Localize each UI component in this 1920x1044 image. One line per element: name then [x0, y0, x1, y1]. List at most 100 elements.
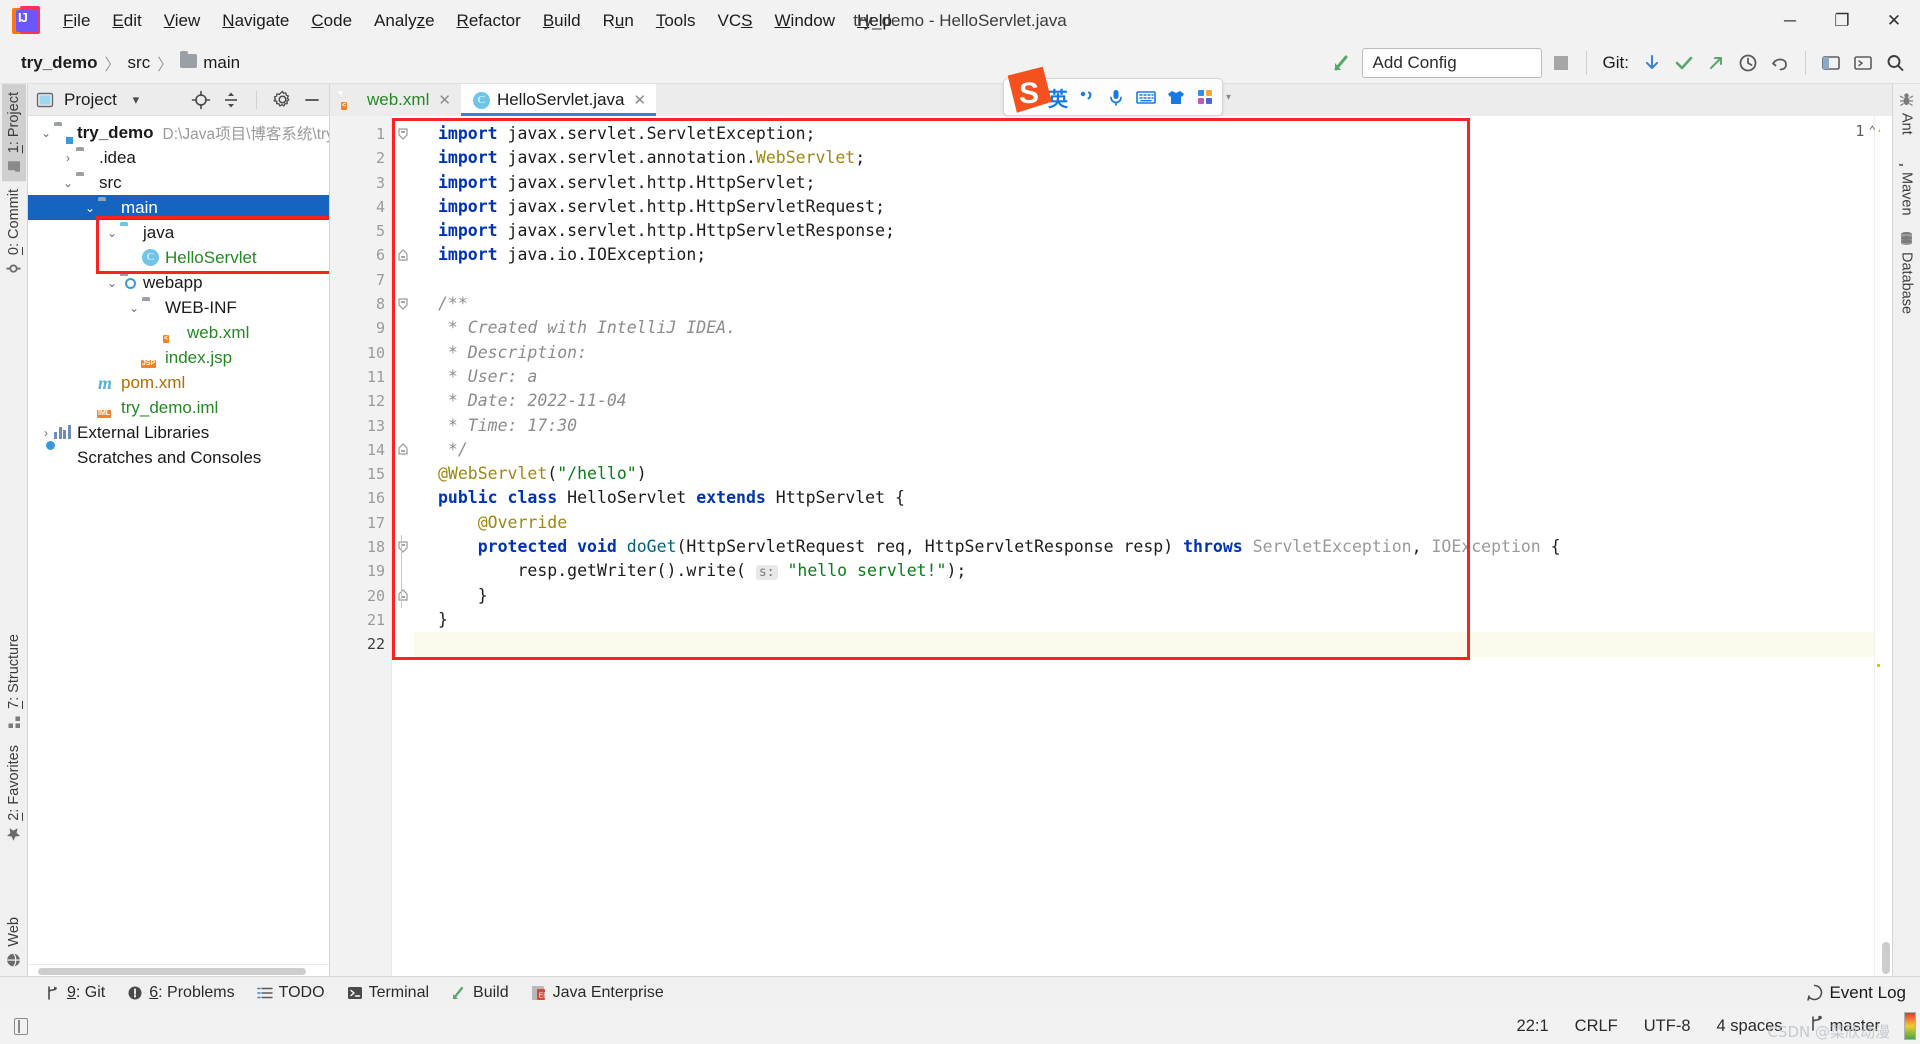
collapse-arrow-icon[interactable]: ⌄	[126, 301, 142, 315]
line-separator[interactable]: CRLF	[1575, 1017, 1618, 1036]
menu-item-file[interactable]: File	[52, 6, 101, 36]
menu-item-vcs[interactable]: VCS	[707, 6, 764, 36]
menu-item-window[interactable]: Window	[764, 6, 846, 36]
code-line[interactable]: * Date: 2022-11-04	[414, 389, 1874, 413]
tool-window-tab-web[interactable]: Web	[2, 909, 26, 976]
code-line[interactable]: protected void doGet(HttpServletRequest …	[414, 535, 1874, 559]
collapse-arrow-icon[interactable]: ⌄	[82, 201, 98, 215]
code-folding-gutter[interactable]	[392, 116, 414, 976]
build-hammer-icon[interactable]	[1330, 50, 1356, 76]
tree-node--idea[interactable]: › .idea	[28, 145, 329, 170]
bottom-tab-9-git[interactable]: 9: Git	[36, 981, 114, 1005]
fold-marker-start[interactable]	[396, 540, 409, 553]
rollback-icon[interactable]	[1767, 50, 1793, 76]
menu-item-navigate[interactable]: Navigate	[211, 6, 300, 36]
tree-node-pom-xml[interactable]: m pom.xml	[28, 370, 329, 395]
tool-window-tab-1-project[interactable]: 1: Project	[1, 84, 26, 182]
close-button[interactable]: ✕	[1868, 0, 1920, 42]
code-line[interactable]: import javax.servlet.ServletException;	[414, 122, 1874, 146]
caret-position[interactable]: 22:1	[1517, 1017, 1549, 1036]
menu-item-refactor[interactable]: Refactor	[446, 6, 532, 36]
bottom-tab-terminal[interactable]: Terminal	[338, 981, 438, 1005]
menu-item-run[interactable]: Run	[592, 6, 645, 36]
event-log-button[interactable]: Event Log	[1806, 983, 1920, 1003]
ime-punctuation-icon[interactable]	[1077, 87, 1097, 107]
tree-node-web-inf[interactable]: ⌄ WEB-INF	[28, 295, 329, 320]
tree-node-main[interactable]: ⌄ main	[28, 195, 329, 220]
tree-node-webapp[interactable]: ⌄ webapp	[28, 270, 329, 295]
tool-window-tab-7-structure[interactable]: 7: Structure	[2, 626, 26, 737]
bottom-tab-build[interactable]: Build	[442, 981, 518, 1005]
tool-window-tab-2-favorites[interactable]: 2: Favorites	[2, 737, 26, 850]
history-icon[interactable]	[1735, 50, 1761, 76]
editor-tab-web-xml[interactable]: < web.xml ✕	[330, 84, 461, 116]
fold-marker-start[interactable]	[396, 127, 409, 140]
code-line[interactable]: * Time: 17:30	[414, 414, 1874, 438]
code-line[interactable]: /**	[414, 292, 1874, 316]
git-commit-icon[interactable]	[1671, 50, 1697, 76]
tree-node-external-libraries[interactable]: › External Libraries	[28, 420, 329, 445]
maximize-button[interactable]: ❐	[1816, 0, 1868, 42]
code-line[interactable]: public class HelloServlet extends HttpSe…	[414, 486, 1874, 510]
bottom-tab-6-problems[interactable]: 6: Problems	[118, 981, 243, 1005]
code-line[interactable]: @WebServlet("/hello")	[414, 462, 1874, 486]
hide-icon[interactable]	[301, 89, 323, 111]
menu-item-build[interactable]: Build	[532, 6, 592, 36]
menu-item-code[interactable]: Code	[300, 6, 363, 36]
ime-microphone-icon[interactable]	[1106, 87, 1126, 107]
code-line[interactable]: * Created with IntelliJ IDEA.	[414, 316, 1874, 340]
breadcrumb-main[interactable]: main	[175, 50, 245, 75]
locate-icon[interactable]	[190, 89, 212, 111]
collapse-arrow-icon[interactable]: ⌄	[104, 226, 120, 240]
menu-item-edit[interactable]: Edit	[101, 6, 152, 36]
ime-skin-icon[interactable]	[1166, 87, 1186, 107]
project-horizontal-scrollbar[interactable]	[28, 964, 329, 976]
git-push-icon[interactable]	[1703, 50, 1729, 76]
git-update-icon[interactable]	[1639, 50, 1665, 76]
tool-window-tab-database[interactable]: Database	[1895, 223, 1919, 322]
ide-message-icon[interactable]	[14, 1017, 34, 1035]
project-structure-icon[interactable]	[1818, 50, 1844, 76]
chevron-up-icon[interactable]: ⌃	[1868, 124, 1876, 139]
code-line[interactable]: import javax.servlet.http.HttpServlet;	[414, 171, 1874, 195]
ime-expand-caret-icon[interactable]: ▾	[1226, 92, 1231, 103]
tree-node-try_demo[interactable]: ⌄ try_demo D:\Java项目\博客系统\try_	[28, 120, 329, 145]
sogou-ime-toolbar[interactable]: S 英 ▾	[1003, 67, 1231, 116]
fold-marker-end[interactable]	[396, 443, 409, 456]
editor-vertical-scrollbar[interactable]	[1880, 116, 1892, 976]
code-line[interactable]: import javax.servlet.http.HttpServletReq…	[414, 195, 1874, 219]
tree-node-web-xml[interactable]: < web.xml	[28, 320, 329, 345]
close-tab-icon[interactable]: ✕	[634, 91, 647, 109]
search-icon[interactable]	[1882, 50, 1908, 76]
code-line[interactable]: * Description:	[414, 341, 1874, 365]
menu-item-view[interactable]: View	[153, 6, 212, 36]
code-line[interactable]: import java.io.IOException;	[414, 243, 1874, 267]
fold-marker-end[interactable]	[396, 249, 409, 262]
collapse-arrow-icon[interactable]: ⌄	[38, 126, 54, 140]
tool-window-tab-maven[interactable]: m Maven	[1892, 143, 1919, 224]
tool-window-tab-ant[interactable]: Ant	[1895, 84, 1919, 143]
breadcrumb-src[interactable]: src	[123, 51, 156, 75]
run-configuration-selector[interactable]: Add Config	[1361, 47, 1542, 78]
editor-tab-helloservlet-java[interactable]: C HelloServlet.java ✕	[460, 84, 657, 116]
tree-node-try_demo-iml[interactable]: IML try_demo.iml	[28, 395, 329, 420]
breadcrumb-project[interactable]: try_demo	[16, 51, 103, 75]
bottom-tab-todo[interactable]: TODO	[248, 981, 334, 1005]
collapse-arrow-icon[interactable]: ⌄	[60, 176, 76, 190]
ime-keyboard-icon[interactable]	[1135, 87, 1157, 107]
ime-apps-icon[interactable]	[1195, 87, 1215, 107]
gear-icon[interactable]	[271, 89, 293, 111]
tree-node-scratches-and-consoles[interactable]: Scratches and Consoles	[28, 445, 329, 470]
memory-indicator[interactable]	[1904, 1012, 1916, 1040]
tree-node-src[interactable]: ⌄ src	[28, 170, 329, 195]
chevron-down-icon[interactable]: ▾	[125, 89, 147, 111]
scrollbar-thumb[interactable]	[38, 968, 306, 975]
tool-window-tab-0-commit[interactable]: 0: Commit	[2, 181, 26, 284]
code-line[interactable]: */	[414, 438, 1874, 462]
collapse-all-icon[interactable]	[220, 89, 242, 111]
line-number-gutter[interactable]: 1 2 3 4 5 6 7 8 9 10 11 12 13 14 15 16 17 18 19 20 21 22	[330, 116, 392, 976]
code-line[interactable]: }	[414, 584, 1874, 608]
bottom-tab-java-enterprise[interactable]: EE Java Enterprise	[522, 981, 673, 1005]
expand-arrow-icon[interactable]: ›	[60, 151, 76, 165]
fold-marker-start[interactable]	[396, 297, 409, 310]
